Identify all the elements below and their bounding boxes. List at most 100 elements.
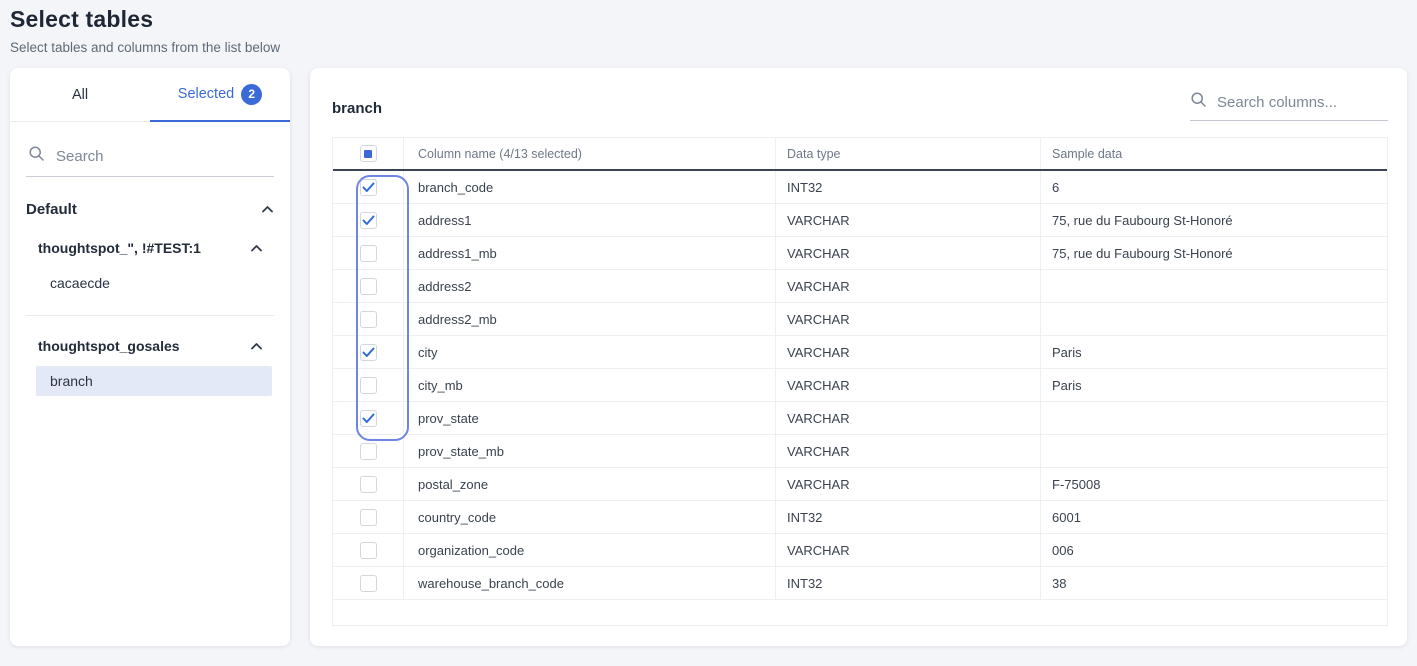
column-name-cell: address2 [404,270,776,302]
schema-tree: Default thoughtspot_", !#TEST:1 cacaecde… [10,201,290,396]
sample-data-cell: 006 [1041,534,1387,566]
column-name-cell: prov_state [404,402,776,434]
row-checkbox[interactable] [360,509,377,526]
row-checkbox-cell [333,402,404,434]
column-name-cell: address2_mb [404,303,776,335]
tree-group-default-label: Default [26,201,77,218]
sample-data-cell: Paris [1041,336,1387,368]
sample-data-cell: 38 [1041,567,1387,599]
search-icon [28,145,45,167]
data-type-cell: INT32 [776,567,1041,599]
data-type-header: Data type [776,138,1041,169]
table-row: address2_mb VARCHAR [333,303,1387,336]
table-row: prov_state VARCHAR [333,402,1387,435]
row-checkbox-cell [333,171,404,203]
sidebar-search[interactable] [26,143,274,177]
row-checkbox[interactable] [360,575,377,592]
row-checkbox[interactable] [360,476,377,493]
table-title: branch [332,100,382,121]
table-row: warehouse_branch_code INT32 38 [333,567,1387,600]
tree-schema-gosales[interactable]: thoughtspot_gosales [26,338,274,354]
row-checkbox[interactable] [360,542,377,559]
tab-selected[interactable]: Selected 2 [150,68,290,122]
table-row: address1_mb VARCHAR 75, rue du Faubourg … [333,237,1387,270]
row-checkbox-cell [333,237,404,269]
page-header: Select tables Select tables and columns … [0,0,1417,55]
columns-search-input[interactable] [1215,93,1388,112]
tree-table-branch[interactable]: branch [36,366,272,396]
data-type-cell: VARCHAR [776,534,1041,566]
sample-data-cell [1041,270,1387,302]
data-type-cell: VARCHAR [776,204,1041,236]
column-name-cell: city_mb [404,369,776,401]
search-icon [1190,91,1207,113]
tree-table-cacaecde[interactable]: cacaecde [36,268,274,298]
tables-sidebar: All Selected 2 Default thoughtspot_", !#… [10,68,290,646]
column-name-cell: city [404,336,776,368]
columns-panel-header: branch [332,68,1388,121]
tree-group-default[interactable]: Default [26,201,274,218]
columns-table-body: branch_code INT32 6 address1 VARCHAR 75,… [333,171,1387,600]
chevron-up-icon[interactable] [250,338,263,354]
data-type-cell: VARCHAR [776,369,1041,401]
row-checkbox-cell [333,501,404,533]
row-checkbox[interactable] [360,410,377,427]
page-title: Select tables [10,6,1417,33]
sample-data-cell: Paris [1041,369,1387,401]
row-checkbox[interactable] [360,245,377,262]
sample-data-cell [1041,402,1387,434]
select-all-checkbox[interactable] [360,145,377,162]
content-layout: All Selected 2 Default thoughtspot_", !#… [0,68,1417,646]
sample-data-header: Sample data [1041,138,1387,169]
columns-table-header: Column name (4/13 selected) Data type Sa… [333,138,1387,171]
chevron-up-icon[interactable] [250,240,263,256]
row-checkbox-cell [333,270,404,302]
select-all-cell [333,138,404,169]
table-row: address1 VARCHAR 75, rue du Faubourg St-… [333,204,1387,237]
sample-data-cell: F-75008 [1041,468,1387,500]
row-checkbox[interactable] [360,443,377,460]
column-name-cell: warehouse_branch_code [404,567,776,599]
tree-schema-test-label: thoughtspot_", !#TEST:1 [38,240,201,256]
column-name-cell: branch_code [404,171,776,203]
row-checkbox-cell [333,435,404,467]
column-name-cell: address1 [404,204,776,236]
row-checkbox-cell [333,468,404,500]
selected-count-badge: 2 [241,84,262,105]
row-checkbox-cell [333,204,404,236]
data-type-cell: INT32 [776,501,1041,533]
row-checkbox[interactable] [360,377,377,394]
table-row: organization_code VARCHAR 006 [333,534,1387,567]
data-type-cell: VARCHAR [776,336,1041,368]
row-checkbox-cell [333,336,404,368]
row-checkbox-cell [333,567,404,599]
tree-schema-test[interactable]: thoughtspot_", !#TEST:1 [26,240,274,256]
sidebar-tabs: All Selected 2 [10,68,290,122]
row-checkbox[interactable] [360,212,377,229]
table-row: postal_zone VARCHAR F-75008 [333,468,1387,501]
table-row: city_mb VARCHAR Paris [333,369,1387,402]
data-type-cell: VARCHAR [776,270,1041,302]
column-name-cell: prov_state_mb [404,435,776,467]
columns-table: Column name (4/13 selected) Data type Sa… [332,137,1388,626]
chevron-up-icon[interactable] [261,201,274,218]
sample-data-cell: 75, rue du Faubourg St-Honoré [1041,204,1387,236]
columns-search[interactable] [1190,91,1388,121]
row-checkbox-cell [333,369,404,401]
tab-all-label: All [72,87,88,103]
table-row: branch_code INT32 6 [333,171,1387,204]
row-checkbox[interactable] [360,311,377,328]
table-row: address2 VARCHAR [333,270,1387,303]
column-name-header: Column name (4/13 selected) [404,138,776,169]
table-footer-row [333,600,1387,626]
row-checkbox[interactable] [360,344,377,361]
row-checkbox[interactable] [360,278,377,295]
tree-schema-gosales-label: thoughtspot_gosales [38,338,180,354]
row-checkbox[interactable] [360,179,377,196]
sidebar-search-input[interactable] [54,147,272,166]
table-row: city VARCHAR Paris [333,336,1387,369]
tab-all[interactable]: All [10,68,150,121]
data-type-cell: VARCHAR [776,402,1041,434]
table-row: prov_state_mb VARCHAR [333,435,1387,468]
columns-panel: branch Column name (4/13 selected) Data … [310,68,1407,646]
